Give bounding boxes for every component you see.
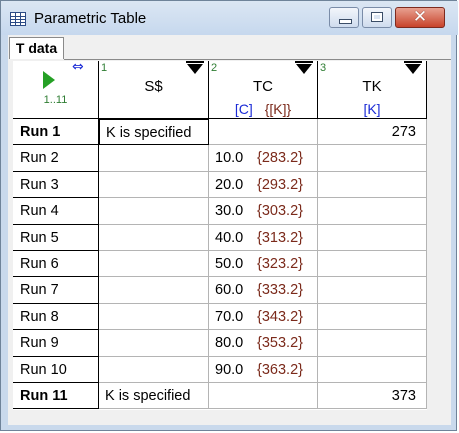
column-name: S$	[144, 78, 163, 95]
tc-kelvin-value: {293.2}	[257, 176, 303, 193]
cell-s[interactable]	[99, 277, 209, 304]
tab-divider	[64, 59, 451, 60]
tc-kelvin-value: {323.2}	[257, 256, 303, 272]
row-header[interactable]: Run 1	[13, 119, 99, 146]
cell-tk[interactable]	[318, 303, 427, 331]
cell-s[interactable]	[99, 145, 209, 172]
column-number: 2	[211, 62, 218, 74]
column-menu-icon[interactable]	[295, 61, 313, 74]
tc-kelvin-value: {363.2}	[257, 361, 303, 378]
row-header[interactable]: Run 8	[13, 303, 99, 331]
column-number: 3	[320, 62, 327, 74]
tc-kelvin-value: {313.2}	[257, 229, 303, 246]
column-menu-icon[interactable]	[186, 61, 204, 74]
column-unit: [C] {[K]}	[209, 101, 317, 117]
tc-value: 40.0	[215, 229, 244, 246]
cell-tc[interactable]	[209, 119, 318, 146]
cell-tc[interactable]: 80.0 {353.2}	[209, 330, 318, 357]
row-header[interactable]: Run 3	[13, 171, 99, 199]
cell-tc[interactable]: 90.0 {363.2}	[209, 356, 318, 383]
tab-t-data[interactable]: T data	[9, 37, 64, 59]
close-button[interactable]: ✕	[395, 7, 445, 28]
cell-tc[interactable]: 50.0 {323.2}	[209, 251, 318, 278]
cell-s[interactable]: K is specified	[99, 383, 209, 410]
maximize-button[interactable]	[362, 7, 392, 28]
window-title: Parametric Table	[34, 10, 147, 27]
cell-s[interactable]	[99, 251, 209, 278]
cell-tk[interactable]	[318, 224, 427, 251]
cell-s[interactable]	[99, 303, 209, 331]
cell-tk[interactable]	[318, 356, 427, 383]
column-name: TC	[253, 78, 273, 95]
tk-value: 373	[391, 388, 416, 404]
row-header[interactable]: Run 4	[13, 198, 99, 225]
play-icon[interactable]	[43, 71, 55, 89]
cell-s[interactable]: K is specified	[99, 119, 209, 146]
column-menu-icon[interactable]	[404, 61, 422, 74]
cell-tk[interactable]	[318, 171, 427, 199]
tc-kelvin-value: {333.2}	[257, 282, 303, 299]
column-number: 1	[101, 62, 108, 74]
run-header-cell[interactable]: 1..11 ⇔	[13, 59, 99, 119]
run-range: 1..11	[43, 94, 68, 106]
tc-kelvin-value: {343.2}	[257, 308, 303, 325]
tc-value: 90.0	[215, 361, 244, 378]
cell-tk[interactable]: 373	[318, 383, 427, 410]
cell-s[interactable]	[99, 198, 209, 225]
cell-s[interactable]	[99, 330, 209, 357]
cell-tc[interactable]: 70.0 {343.2}	[209, 303, 318, 331]
row-header[interactable]: Run 2	[13, 145, 99, 172]
column-name: TK	[362, 78, 382, 95]
cell-tk[interactable]	[318, 145, 427, 172]
column-header-tk[interactable]: 3 TK [K]	[318, 61, 427, 119]
parametric-table-window: Parametric Table ✕ T data 1..11 ⇔ 1 S$ 2…	[0, 0, 458, 431]
tc-kelvin-value: {353.2}	[257, 335, 303, 352]
tc-value: 60.0	[215, 282, 244, 299]
tk-value: 273	[391, 124, 416, 140]
row-header[interactable]: Run 5	[13, 224, 99, 251]
cell-tc[interactable]: 10.0 {283.2}	[209, 145, 318, 172]
cell-tk[interactable]	[318, 277, 427, 304]
cell-s[interactable]	[99, 356, 209, 383]
cell-s[interactable]	[99, 224, 209, 251]
cell-tc[interactable]: 20.0 {293.2}	[209, 171, 318, 199]
cell-s[interactable]	[99, 171, 209, 199]
cell-tc[interactable]: 30.0 {303.2}	[209, 198, 318, 225]
close-icon: ✕	[412, 7, 428, 27]
table-icon	[10, 12, 26, 26]
maximize-icon	[371, 12, 383, 22]
row-header[interactable]: Run 10	[13, 356, 99, 383]
row-header[interactable]: Run 9	[13, 330, 99, 357]
cell-tk[interactable]	[318, 198, 427, 225]
cell-tc[interactable]: 40.0 {313.2}	[209, 224, 318, 251]
window-client-area: T data 1..11 ⇔ 1 S$ 2 TC [C] {[K]} 3 TK …	[8, 35, 451, 425]
cell-tk[interactable]	[318, 251, 427, 278]
column-header-s[interactable]: 1 S$	[99, 61, 209, 119]
tc-kelvin-value: {303.2}	[257, 203, 303, 220]
column-header-tc[interactable]: 2 TC [C] {[K]}	[209, 61, 318, 119]
row-header[interactable]: Run 7	[13, 277, 99, 304]
column-unit: [K]	[363, 101, 381, 117]
parametric-grid: 1..11 ⇔ 1 S$ 2 TC [C] {[K]} 3 TK [K] Run …	[13, 59, 427, 410]
cell-tk[interactable]: 273	[318, 119, 427, 146]
unit-celsius: [C]	[234, 101, 253, 117]
minimize-icon	[339, 19, 352, 24]
tc-value: 20.0	[215, 176, 244, 193]
resize-columns-icon[interactable]: ⇔	[72, 59, 84, 75]
title-bar[interactable]: Parametric Table ✕	[1, 1, 458, 35]
tc-value: 70.0	[215, 308, 244, 325]
row-header[interactable]: Run 11	[13, 383, 99, 410]
tc-value: 50.0	[215, 256, 244, 272]
tc-value: 30.0	[215, 203, 244, 220]
cell-tc[interactable]: 60.0 {333.2}	[209, 277, 318, 304]
tc-kelvin-value: {283.2}	[257, 150, 303, 167]
tc-value: 80.0	[215, 335, 244, 352]
cell-tc[interactable]	[209, 383, 318, 410]
row-header[interactable]: Run 6	[13, 251, 99, 278]
minimize-button[interactable]	[329, 7, 359, 28]
unit-kelvin-secondary: {[K]}	[264, 101, 292, 117]
tc-value: 10.0	[215, 150, 244, 167]
cell-tk[interactable]	[318, 330, 427, 357]
